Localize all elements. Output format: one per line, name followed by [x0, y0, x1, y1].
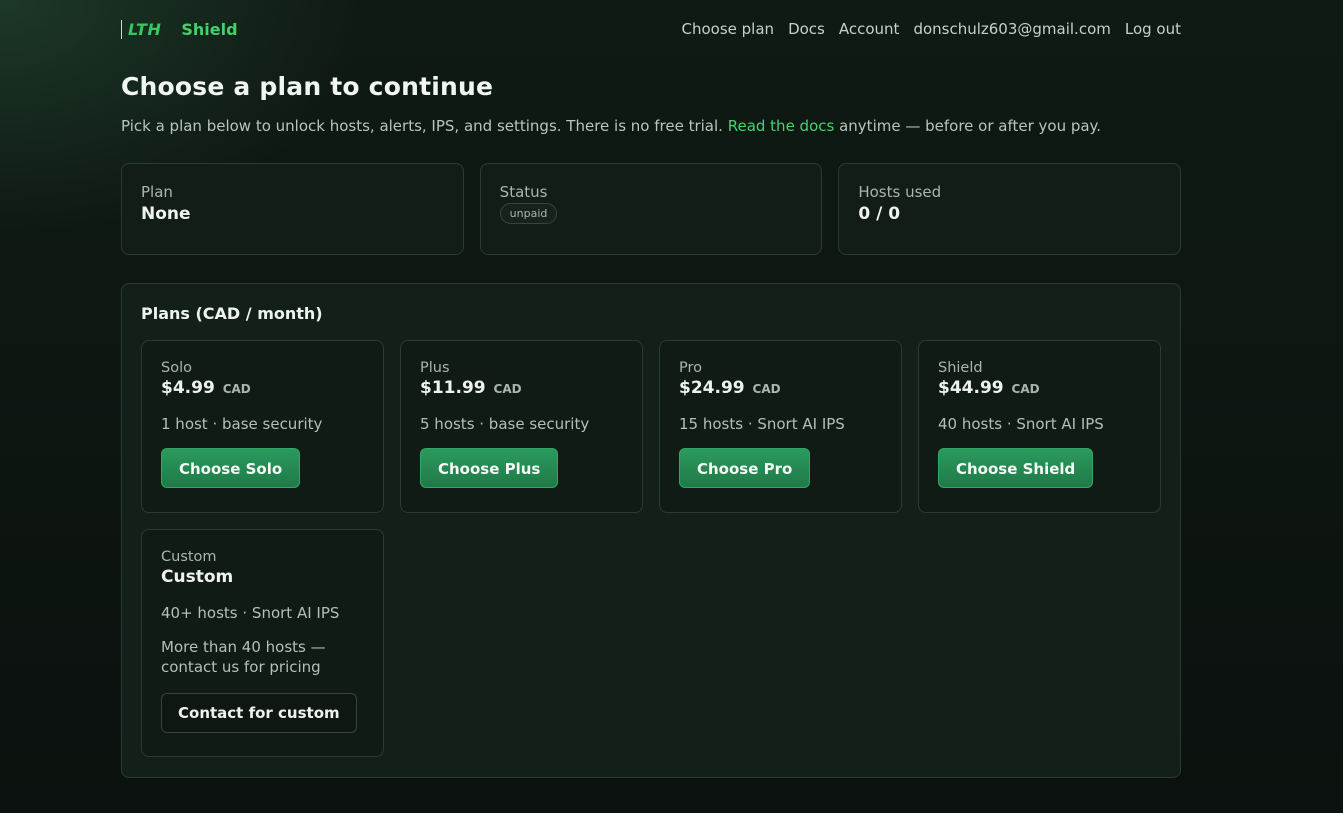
stat-hosts-label: Hosts used — [858, 183, 942, 201]
header: LTH Shield Choose plan Docs Account dons… — [121, 0, 1181, 58]
plan-card-plus: Plus $11.99 CAD 5 hosts · base security … — [400, 340, 643, 513]
stat-plan-label: Plan — [141, 183, 173, 201]
stat-hosts-card: Hosts used 0 / 0 — [838, 163, 1182, 255]
nav-user-email[interactable]: donschulz603@gmail.com — [913, 20, 1110, 38]
choose-pro-button[interactable]: Choose Pro — [679, 448, 811, 488]
stat-plan-card: Plan None — [121, 163, 464, 255]
plan-price-currency: CAD — [222, 382, 251, 396]
brand-name: Shield — [181, 19, 238, 39]
plan-price: $44.99 CAD — [938, 378, 1141, 398]
plan-name: Pro — [679, 360, 703, 376]
stat-hosts-value: 0 / 0 — [858, 204, 901, 224]
plan-card-shield: Shield $44.99 CAD 40 hosts · Snort AI IP… — [918, 340, 1161, 513]
nav-log-out[interactable]: Log out — [1125, 20, 1181, 38]
plan-description: 5 hosts · base security — [420, 415, 590, 433]
plan-custom-note: More than 40 hosts — contact us for pric… — [161, 638, 326, 676]
plan-price: Custom — [161, 567, 234, 587]
stat-status-card: Status unpaid — [479, 163, 823, 255]
plan-card-solo: Solo $4.99 CAD 1 host · base security Ch… — [141, 340, 384, 513]
subtitle-text: Pick a plan below to unlock hosts, alert… — [121, 117, 723, 135]
plan-name: Plus — [420, 360, 450, 376]
plan-name: Solo — [161, 360, 192, 376]
plan-price-amount: $24.99 — [679, 378, 745, 398]
read-docs-link[interactable]: Read the docs — [728, 117, 835, 135]
nav-account[interactable]: Account — [839, 20, 900, 38]
plan-card-pro: Pro $24.99 CAD 15 hosts · Snort AI IPS C… — [659, 340, 902, 513]
plan-price-currency: CAD — [1011, 382, 1040, 396]
plan-price-amount: $44.99 — [938, 378, 1004, 398]
plans-panel-title: Plans (CAD / month) — [141, 304, 323, 323]
subtitle-text-after: anytime — before or after you pay. — [839, 117, 1102, 135]
plan-name: Shield — [938, 360, 983, 376]
stat-plan-value: None — [141, 204, 191, 224]
plan-price-currency: CAD — [752, 382, 781, 396]
nav-choose-plan[interactable]: Choose plan — [682, 20, 775, 38]
plan-price-currency: CAD — [493, 382, 522, 396]
plan-description: 40 hosts · Snort AI IPS — [938, 415, 1104, 433]
choose-plus-button[interactable]: Choose Plus — [420, 448, 559, 488]
choose-solo-button[interactable]: Choose Solo — [161, 448, 301, 488]
plan-description: 1 host · base security — [161, 415, 323, 433]
choose-shield-button[interactable]: Choose Shield — [938, 448, 1094, 488]
page-container: LTH Shield Choose plan Docs Account dons… — [121, 0, 1182, 778]
plan-name: Custom — [161, 549, 217, 565]
stat-status-label: Status — [499, 183, 548, 201]
plan-description: 40+ hosts · Snort AI IPS — [161, 604, 340, 622]
page-subtitle: Pick a plan below to unlock hosts, alert… — [121, 117, 1181, 135]
top-nav: Choose plan Docs Account donschulz603@gm… — [682, 20, 1181, 38]
stats-row: Plan None Status unpaid Hosts used 0 / 0 — [121, 163, 1182, 255]
plan-price: $24.99 CAD — [679, 378, 882, 398]
plans-panel: Plans (CAD / month) Solo $4.99 CAD 1 hos… — [121, 283, 1181, 778]
plan-card-custom: Custom Custom 40+ hosts · Snort AI IPS M… — [141, 529, 384, 757]
nav-docs[interactable]: Docs — [788, 20, 825, 38]
brand-mark: LTH — [121, 19, 161, 39]
plan-price-amount: $11.99 — [420, 378, 486, 398]
contact-custom-button[interactable]: Contact for custom — [161, 693, 357, 733]
plans-grid: Solo $4.99 CAD 1 host · base security Ch… — [141, 340, 1162, 757]
plan-description: 15 hosts · Snort AI IPS — [679, 415, 845, 433]
plan-price-amount: $4.99 — [161, 378, 215, 398]
plan-price: $4.99 CAD — [161, 378, 364, 398]
brand-logo[interactable]: LTH Shield — [121, 17, 238, 41]
status-badge: unpaid — [499, 203, 558, 224]
plan-price: $11.99 CAD — [420, 378, 623, 398]
page-title: Choose a plan to continue — [121, 72, 494, 101]
